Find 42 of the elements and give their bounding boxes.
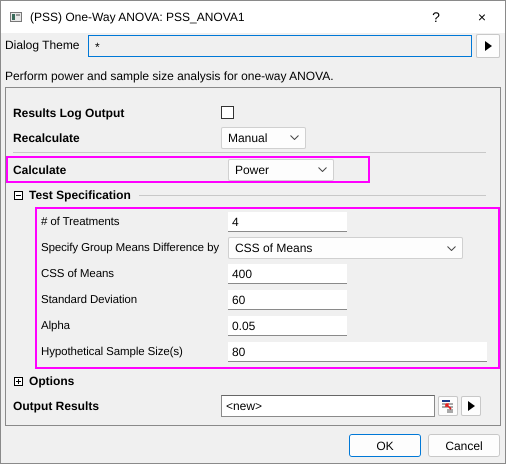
field-label: Output Results	[12, 398, 100, 412]
field-label: # of Treatments	[41, 216, 120, 228]
css-of-means-field[interactable]: 400	[228, 264, 347, 284]
cancel-button[interactable]: Cancel	[428, 434, 500, 457]
triangle-right-icon	[484, 41, 492, 51]
description-text: Perform power and sample size analysis for one-way ANOVA.	[5, 69, 334, 83]
field-label: Results Log Output	[12, 106, 126, 120]
collapse-icon[interactable]	[14, 190, 23, 200]
treatments-field[interactable]: 4	[228, 212, 347, 232]
calculate-dropdown[interactable]: Power	[228, 158, 334, 180]
field-label: CSS of Means	[41, 268, 115, 280]
ok-button[interactable]: OK	[349, 434, 421, 457]
sheet-arrow-icon	[441, 398, 455, 412]
output-menu-button[interactable]	[461, 396, 481, 416]
field-label: Specify Group Means Difference by	[41, 242, 220, 254]
field-label: Recalculate	[12, 130, 81, 144]
recalculate-dropdown[interactable]: Manual	[221, 126, 306, 148]
chevron-down-icon	[447, 246, 456, 250]
window-title: (PSS) One-Way ANOVA: PSS_ANOVA1	[30, 10, 246, 24]
section-title: Test Specification	[29, 188, 131, 202]
close-button[interactable]: ×	[459, 9, 505, 25]
select-output-button[interactable]	[438, 396, 458, 416]
difference-method-dropdown[interactable]: CSS of Means	[228, 237, 463, 259]
field-label: Alpha	[41, 320, 71, 332]
help-button[interactable]: ?	[413, 9, 459, 25]
theme-menu-button[interactable]	[476, 34, 500, 58]
expand-icon[interactable]	[14, 376, 23, 386]
field-label: Standard Deviation	[41, 294, 138, 306]
field-label: Dialog Theme	[5, 37, 80, 52]
standard-deviation-field[interactable]: 60	[228, 290, 347, 310]
sample-size-field[interactable]: 80	[228, 342, 487, 362]
output-results-field[interactable]: <new>	[221, 394, 435, 416]
app-window-icon	[10, 12, 22, 22]
checkbox[interactable]	[221, 106, 234, 119]
field-label: Calculate	[12, 162, 68, 176]
field-label: Hypothetical Sample Size(s)	[41, 346, 184, 358]
section-title: Options	[29, 374, 74, 388]
alpha-field[interactable]: 0.05	[228, 316, 347, 336]
dialog-theme-field[interactable]: *	[88, 35, 472, 57]
chevron-down-icon	[290, 135, 299, 140]
chevron-down-icon	[318, 167, 327, 172]
triangle-right-icon	[468, 400, 474, 410]
